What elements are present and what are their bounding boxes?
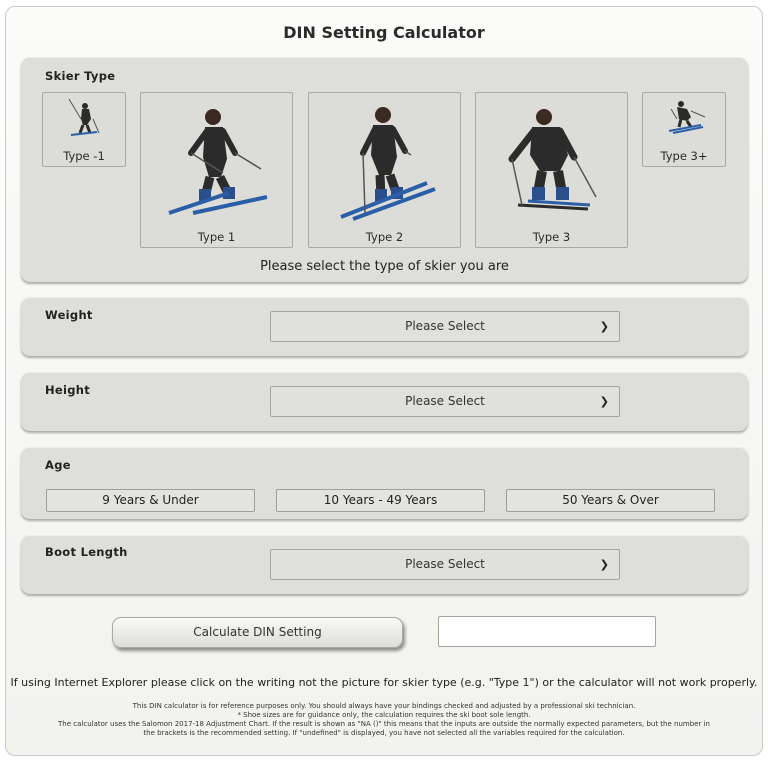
- skier-card-label[interactable]: Type 3+: [643, 149, 725, 163]
- skier-type-hint: Please select the type of skier you are: [260, 259, 509, 274]
- age-panel: Age 9 Years & Under 10 Years - 49 Years …: [21, 447, 748, 519]
- skier-type-1-icon: [168, 109, 268, 215]
- internet-explorer-note: If using Internet Explorer please click …: [10, 676, 758, 689]
- din-result-field[interactable]: [438, 616, 656, 647]
- skier-card-type-3-plus[interactable]: Type 3+: [642, 92, 726, 167]
- height-label: Height: [45, 383, 91, 397]
- age-option-10-to-49[interactable]: 10 Years - 49 Years: [276, 489, 485, 512]
- chevron-down-icon: ❯: [599, 395, 609, 408]
- page-title: DIN Setting Calculator: [283, 23, 485, 42]
- age-option-9-and-under[interactable]: 9 Years & Under: [46, 489, 255, 512]
- boot-length-select[interactable]: Please Select ❯: [270, 549, 620, 580]
- skier-type-2-icon: [340, 107, 436, 221]
- weight-label: Weight: [45, 308, 93, 322]
- height-select-value: Please Select: [405, 394, 485, 408]
- skier-type-label: Skier Type: [45, 69, 116, 83]
- skier-card-type-1[interactable]: Type 1: [140, 92, 293, 248]
- disclaimer-line: This DIN calculator is for reference pur…: [132, 702, 636, 710]
- skier-card-label[interactable]: Type 2: [309, 230, 460, 244]
- weight-panel: Weight Please Select ❯: [21, 297, 748, 356]
- skier-card-label[interactable]: Type 3: [476, 230, 627, 244]
- skier-card-type-minus-1[interactable]: Type -1: [42, 92, 126, 167]
- weight-select[interactable]: Please Select ❯: [270, 311, 620, 342]
- height-select[interactable]: Please Select ❯: [270, 386, 620, 417]
- skier-card-type-3[interactable]: Type 3: [475, 92, 628, 248]
- disclaimer-line: the brackets is the recommended setting.…: [143, 729, 625, 737]
- boot-length-panel: Boot Length Please Select ❯: [21, 535, 748, 594]
- disclaimer-line: The calculator uses the Salomon 2017-18 …: [58, 720, 710, 728]
- weight-select-value: Please Select: [405, 319, 485, 333]
- skier-type-panel: Skier Type Type -1 Type 1 Type 2 Type 3 …: [21, 57, 748, 282]
- height-panel: Height Please Select ❯: [21, 372, 748, 431]
- boot-length-label: Boot Length: [45, 545, 128, 559]
- age-option-50-and-over[interactable]: 50 Years & Over: [506, 489, 715, 512]
- skier-type-minus-1-icon: [68, 98, 100, 136]
- chevron-down-icon: ❯: [599, 558, 609, 571]
- skier-card-label[interactable]: Type -1: [43, 149, 125, 163]
- skier-card-label[interactable]: Type 1: [141, 230, 292, 244]
- skier-card-type-2[interactable]: Type 2: [308, 92, 461, 248]
- boot-length-select-value: Please Select: [405, 557, 485, 571]
- age-label: Age: [45, 458, 71, 472]
- calculate-din-button[interactable]: Calculate DIN Setting: [112, 617, 403, 648]
- skier-type-3-plus-icon: [668, 101, 706, 134]
- skier-type-3-icon: [508, 109, 597, 211]
- chevron-down-icon: ❯: [599, 320, 609, 333]
- disclaimer-line: * Shoe sizes are for guidance only, the …: [237, 711, 531, 719]
